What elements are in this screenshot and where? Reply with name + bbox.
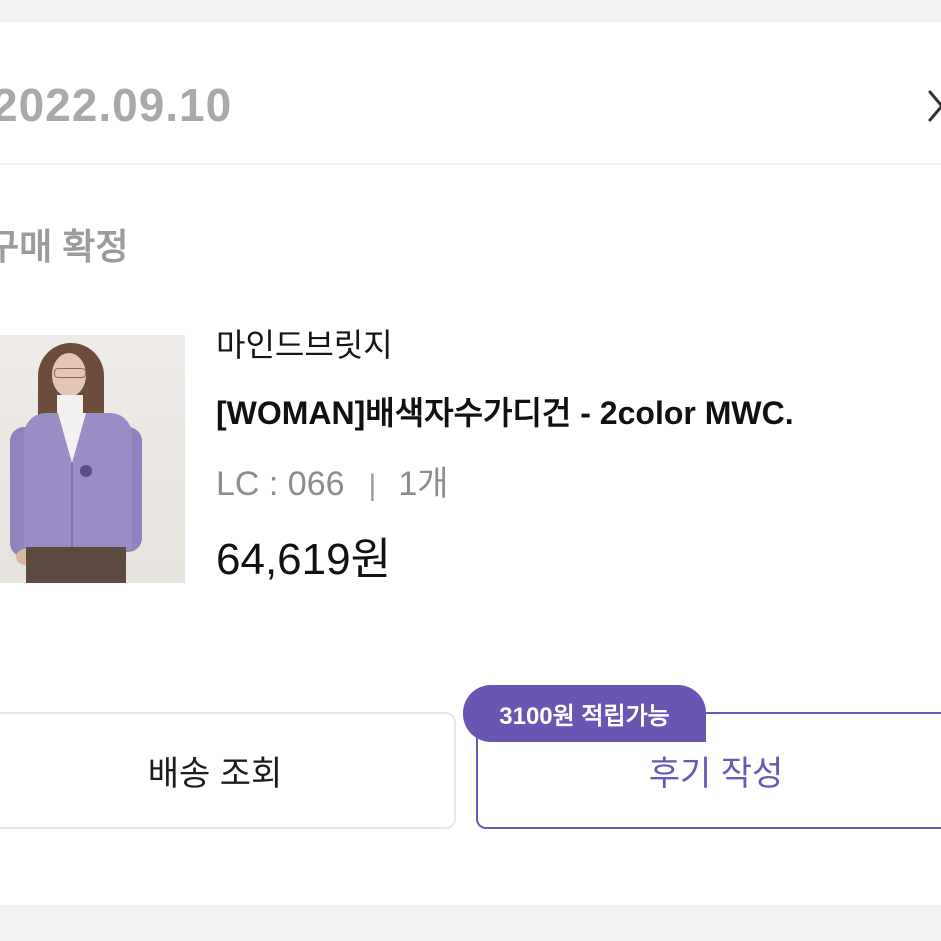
order-status: 구매 확정: [0, 226, 129, 267]
cardigan-emblem: [80, 465, 92, 477]
product-price: 64,619원: [216, 535, 392, 584]
model-glasses: [54, 368, 86, 378]
product-image[interactable]: [0, 335, 185, 583]
product-quantity: 1개: [398, 465, 449, 503]
bottom-gray-strip: [0, 905, 941, 941]
chevron-right-icon[interactable]: [921, 86, 941, 126]
order-date: 2022.09.10: [0, 79, 233, 131]
option-separator: |: [368, 469, 377, 502]
product-option-row: LC : 066 | 1개: [216, 462, 941, 506]
model-pants: [26, 547, 126, 583]
header-divider: [0, 163, 941, 165]
cardigan-placket: [71, 463, 73, 547]
product-name[interactable]: [WOMAN]배색자수가디건 - 2color MWC.: [216, 391, 941, 435]
top-gray-strip: [0, 0, 941, 22]
product-brand[interactable]: 마인드브릿지: [216, 323, 941, 367]
product-option: LC : 066: [216, 465, 345, 503]
delivery-tracking-button[interactable]: 배송 조회: [0, 712, 456, 829]
reward-points-badge: 3100원 적립가능: [463, 685, 706, 742]
